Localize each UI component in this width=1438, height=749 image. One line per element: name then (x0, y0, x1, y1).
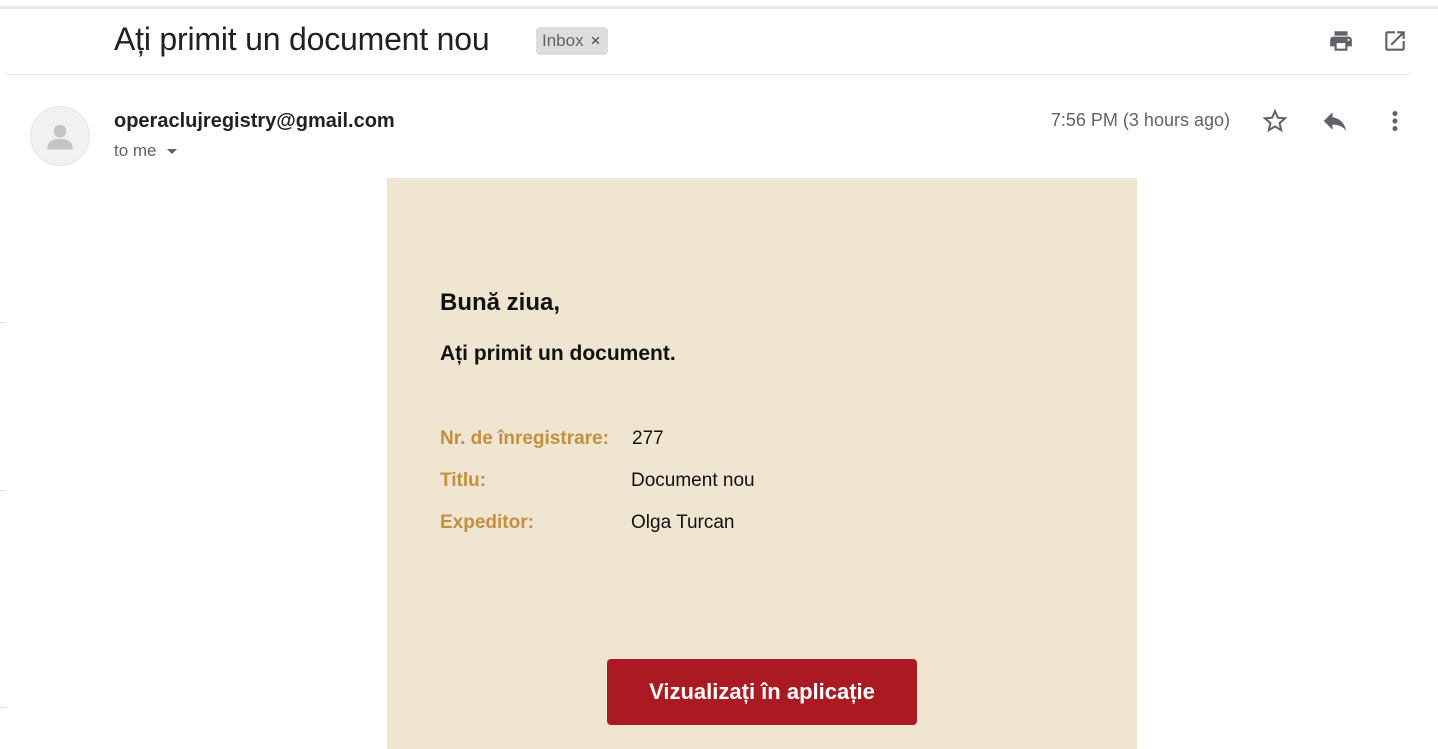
email-timestamp: 7:56 PM (3 hours ago) (1050, 110, 1230, 130)
open-in-new-window-button[interactable] (1377, 23, 1413, 59)
print-all-button[interactable] (1323, 23, 1359, 59)
reply-icon (1323, 112, 1347, 131)
email-subject: Ați primit un document nou (114, 21, 490, 57)
more-vert-icon (1392, 111, 1398, 131)
greeting-text: Bună ziua, (440, 289, 561, 316)
label-name: Inbox (542, 31, 584, 50)
view-in-app-button[interactable]: Vizualizați în aplicație (607, 659, 917, 725)
detail-key: Titlu: (440, 470, 487, 491)
detail-key: Nr. de înregistrare: (440, 428, 609, 449)
reply-button[interactable] (1317, 103, 1353, 139)
chevron-down-icon (166, 148, 177, 154)
remove-label-icon[interactable]: × (591, 31, 601, 51)
sender-address[interactable]: operaclujregistry@gmail.com (114, 110, 395, 133)
open-in-new-window-icon (1385, 31, 1405, 51)
detail-key: Expeditor: (440, 512, 534, 533)
subject-header: Ați primit un document nou Inbox × (0, 10, 1438, 74)
intro-text: Ați primit un document. (440, 342, 676, 365)
print-icon (1330, 31, 1352, 51)
email-view: Ați primit un document nou Inbox × opera… (0, 0, 1438, 749)
top-divider (0, 6, 1438, 9)
edge-divider (0, 322, 6, 323)
edge-divider (0, 707, 6, 708)
recipient-details-toggle[interactable]: to me (114, 141, 177, 161)
edge-divider (0, 490, 6, 491)
detail-value: 277 (632, 428, 664, 449)
star-icon (1262, 108, 1288, 133)
default-person-icon (47, 124, 73, 150)
detail-value: Olga Turcan (631, 512, 735, 533)
more-options-button[interactable] (1377, 103, 1413, 139)
inbox-label-chip[interactable]: Inbox × (536, 27, 608, 55)
star-button[interactable] (1257, 103, 1293, 139)
recipient-label: to me (114, 141, 157, 160)
email-body-card: Bună ziua, Ați primit un document. Nr. d… (387, 178, 1137, 749)
sender-avatar[interactable] (30, 106, 90, 166)
detail-value: Document nou (631, 470, 755, 491)
subject-divider (6, 74, 1410, 75)
